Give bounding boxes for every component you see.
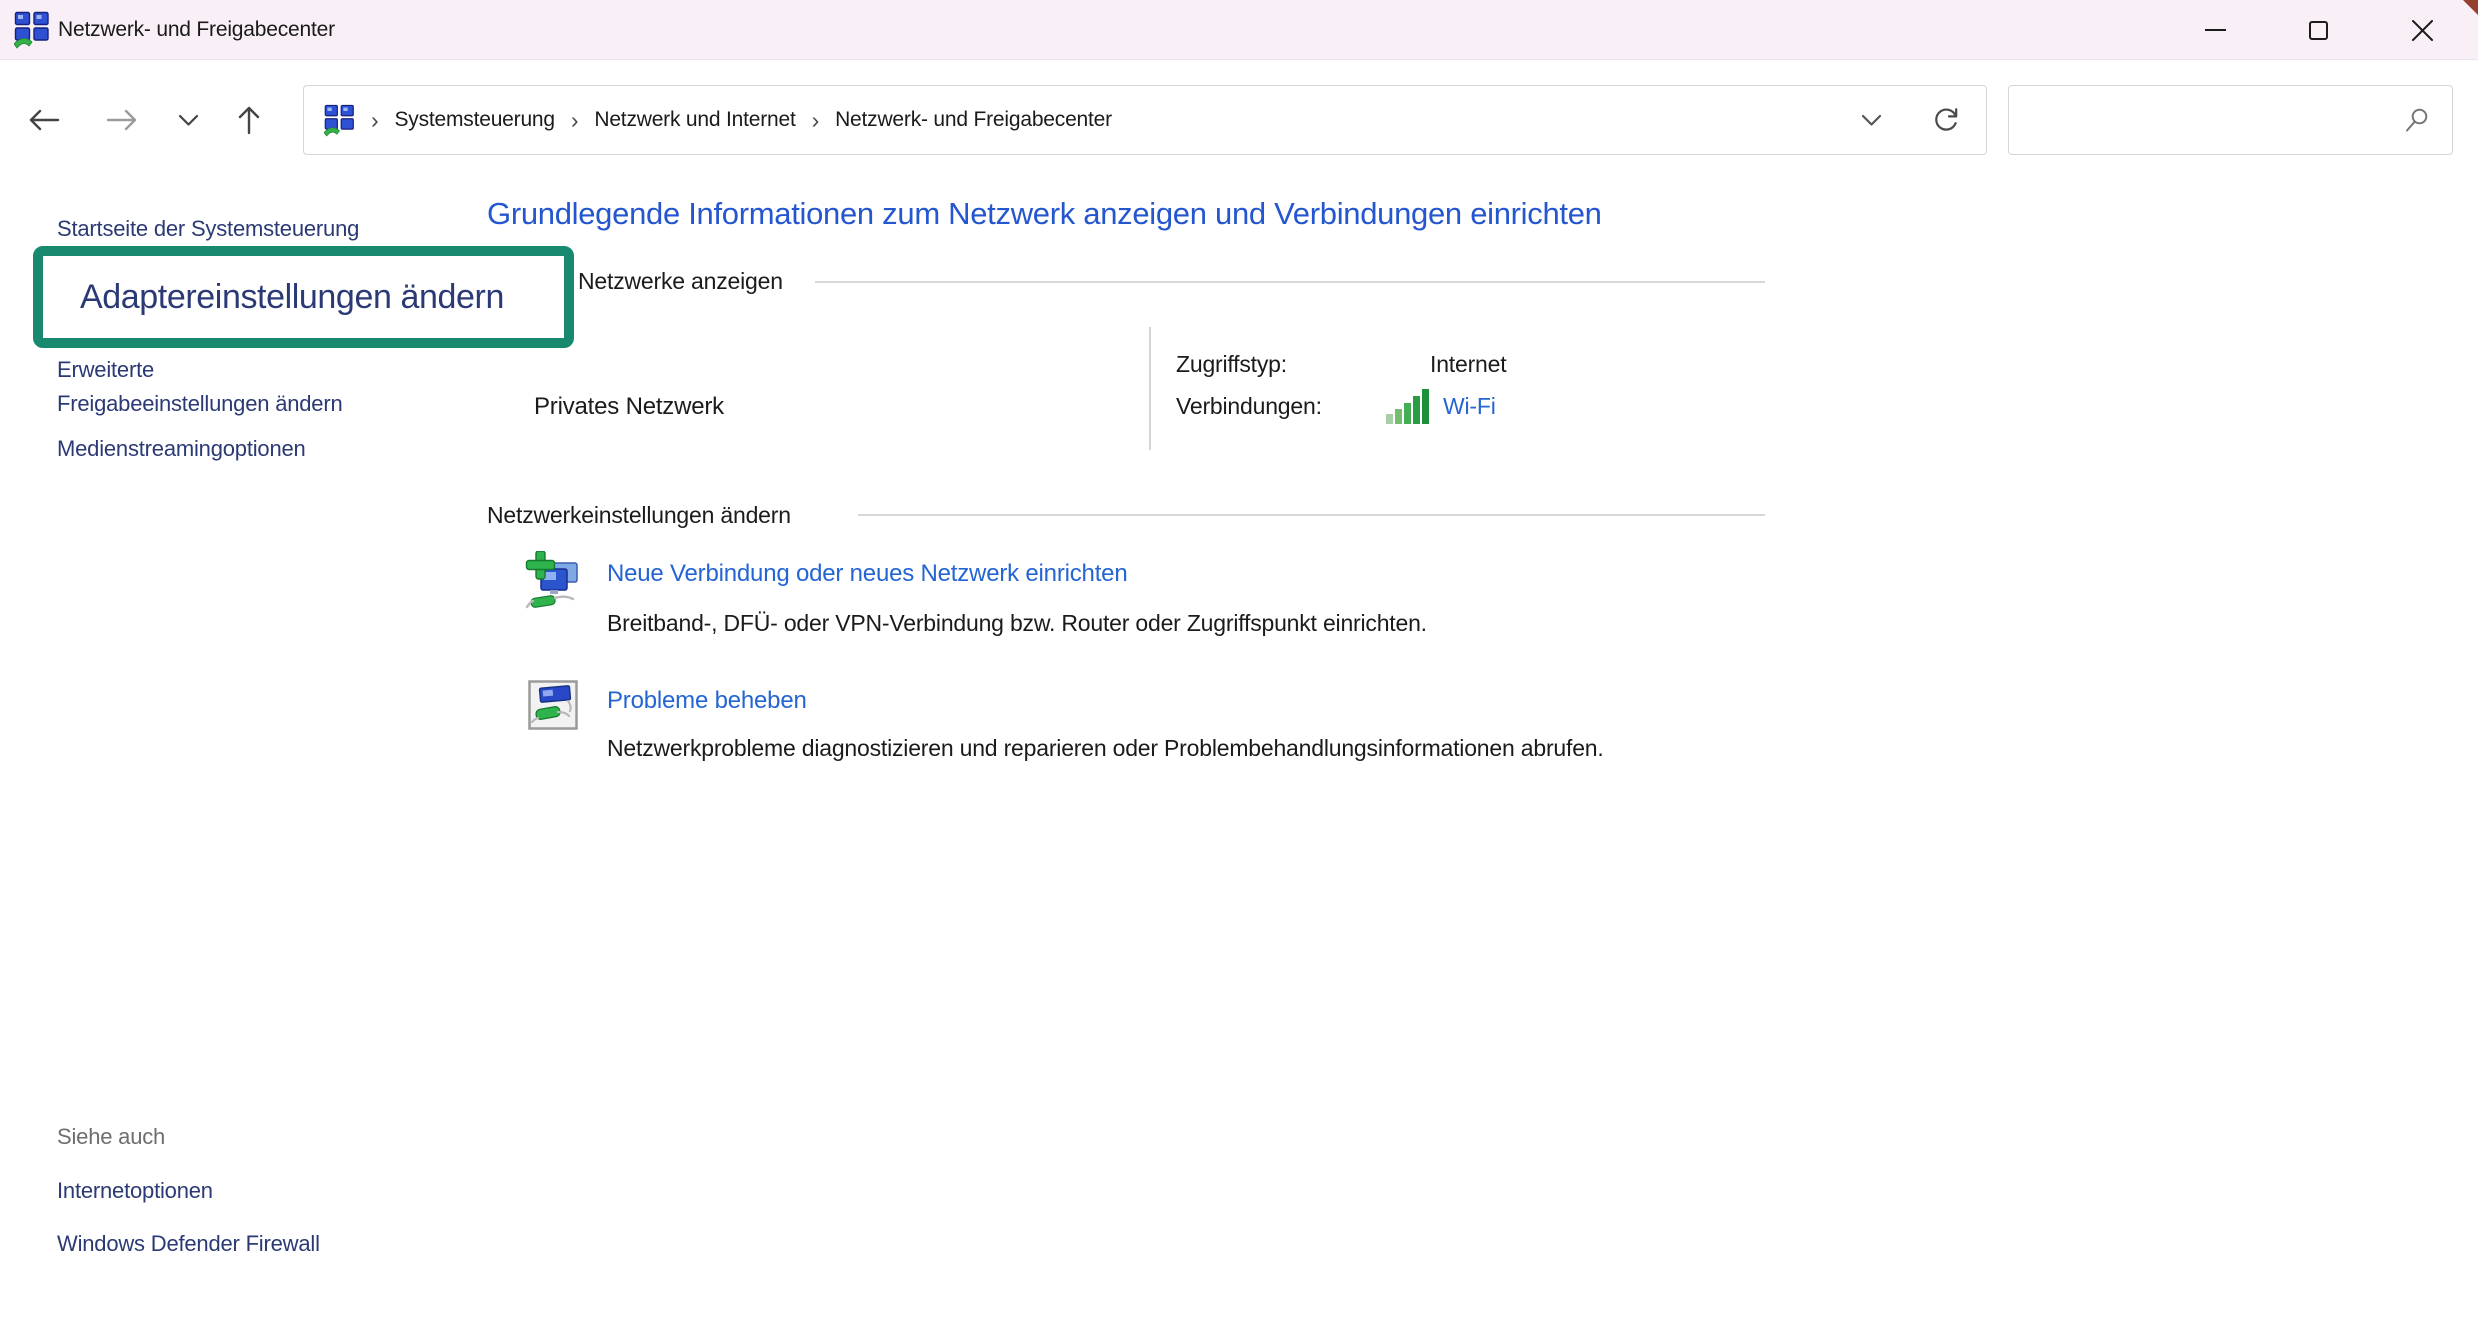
task-description-troubleshoot: Netzwerkprobleme diagnostizieren und rep… (607, 731, 1702, 766)
close-icon (2411, 19, 2434, 42)
task-link-new-connection[interactable]: Neue Verbindung oder neues Netzwerk einr… (607, 560, 1127, 588)
network-column-divider (1149, 327, 1151, 450)
access-type-label: Zugriffstyp: (1176, 351, 1287, 378)
network-sharing-center-icon (14, 11, 50, 49)
connections-label: Verbindungen: (1176, 393, 1322, 420)
page-title: Grundlegende Informationen zum Netzwerk … (487, 196, 1602, 232)
title-bar: Netzwerk- und Freigabecenter (0, 0, 2478, 60)
sidebar-item-control-panel-home[interactable]: Startseite der Systemsteuerung (57, 216, 359, 242)
section-label-change-settings: Netzwerkeinstellungen ändern (487, 502, 791, 529)
forward-button[interactable] (102, 103, 142, 137)
annotation-highlight-box: Adaptereinstellungen ändern (33, 246, 574, 348)
minimize-icon (2205, 29, 2226, 31)
sidebar-item-windows-defender-firewall[interactable]: Windows Defender Firewall (57, 1231, 320, 1257)
close-button[interactable] (2386, 0, 2458, 60)
breadcrumb-separator: › (571, 107, 578, 134)
network-sharing-center-icon (324, 104, 355, 137)
breadcrumb-item-systemsteuerung[interactable]: Systemsteuerung (394, 108, 554, 132)
task-link-troubleshoot[interactable]: Probleme beheben (607, 687, 807, 715)
sidebar-item-change-adapter-settings[interactable]: Adaptereinstellungen ändern (80, 278, 504, 317)
screen-corner-artifact (2463, 0, 2478, 15)
access-type-value: Internet (1430, 351, 1506, 378)
sidebar-item-internet-options[interactable]: Internetoptionen (57, 1178, 213, 1204)
network-name: Privates Netzwerk (534, 393, 724, 421)
sidebar-group-see-also: Siehe auch (57, 1124, 165, 1150)
up-button[interactable] (231, 101, 267, 139)
sidebar-item-advanced-sharing-line1: Erweiterte (57, 353, 343, 387)
wifi-signal-icon (1386, 388, 1434, 424)
troubleshoot-icon (528, 680, 580, 736)
breadcrumb-separator: › (371, 107, 378, 134)
maximize-button[interactable] (2282, 0, 2354, 60)
breadcrumb-item-netzwerk-und-internet[interactable]: Netzwerk und Internet (594, 108, 795, 132)
section-divider (858, 514, 1765, 516)
breadcrumb-item-netzwerk-freigabecenter[interactable]: Netzwerk- und Freigabecenter (835, 108, 1112, 132)
recent-pages-chevron-icon[interactable] (178, 114, 199, 127)
section-label-view-networks: Netzwerke anzeigen (578, 268, 783, 295)
search-icon[interactable] (2403, 107, 2430, 134)
sidebar-item-advanced-sharing-line2: Freigabeeinstellungen ändern (57, 387, 343, 421)
breadcrumb-separator: › (812, 107, 819, 134)
sidebar-item-advanced-sharing-settings[interactable]: Erweiterte Freigabeeinstellungen ändern (57, 353, 343, 421)
toolbar: › Systemsteuerung › Netzwerk und Interne… (0, 61, 2478, 175)
back-button[interactable] (24, 103, 64, 137)
new-connection-icon (525, 551, 581, 611)
search-input[interactable] (2009, 86, 2403, 154)
window-title: Netzwerk- und Freigabecenter (58, 0, 335, 60)
section-divider (815, 281, 1765, 283)
sidebar-item-media-streaming-options[interactable]: Medienstreamingoptionen (57, 436, 306, 462)
address-bar-actions (1861, 104, 1962, 136)
search-box (2008, 85, 2453, 155)
address-bar[interactable]: › Systemsteuerung › Netzwerk und Interne… (303, 85, 1987, 155)
wifi-connection-link[interactable]: Wi-Fi (1443, 393, 1496, 420)
maximize-icon (2309, 21, 2328, 40)
address-dropdown-chevron-icon[interactable] (1861, 114, 1882, 127)
task-description-new-connection: Breitband-, DFÜ- oder VPN-Verbindung bzw… (607, 606, 1702, 641)
minimize-button[interactable] (2179, 0, 2251, 60)
refresh-icon[interactable] (1930, 104, 1962, 136)
